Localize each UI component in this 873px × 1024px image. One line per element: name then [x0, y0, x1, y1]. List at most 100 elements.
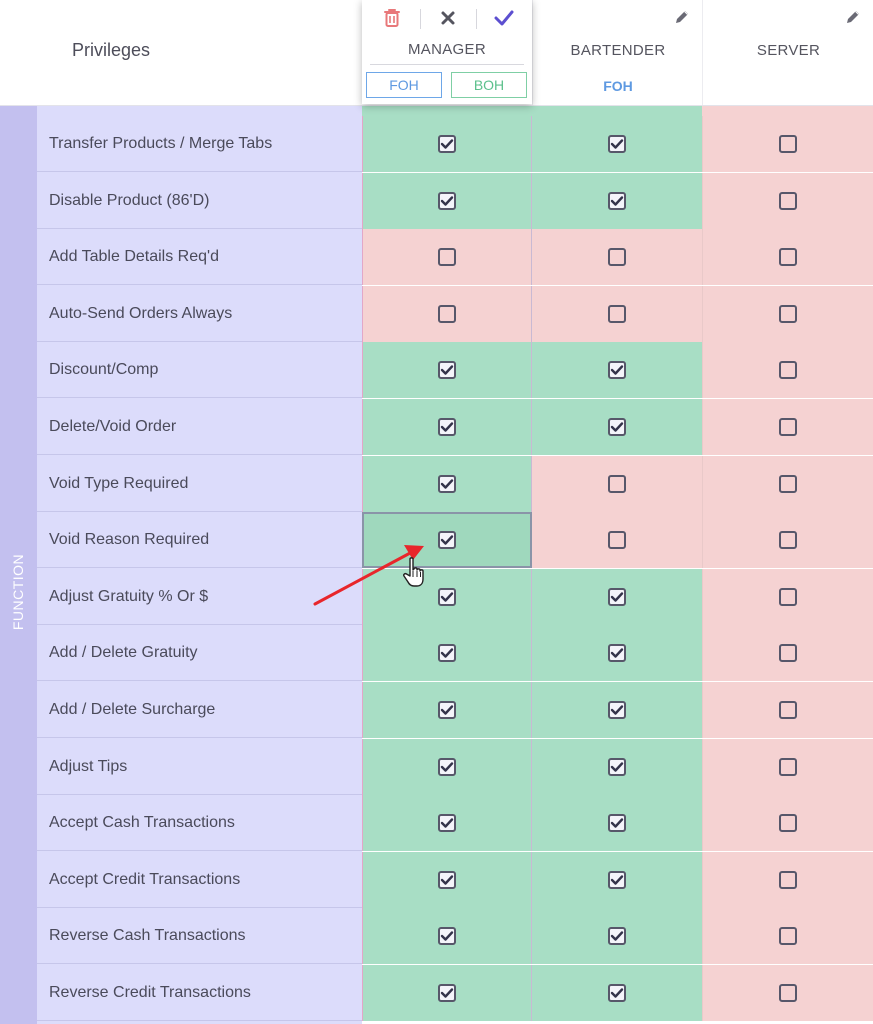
permission-cell-bartender[interactable] — [532, 965, 702, 1021]
permission-checkbox-server[interactable] — [779, 135, 797, 153]
permission-cell-server[interactable] — [702, 795, 873, 852]
permission-cell-server[interactable] — [702, 512, 873, 569]
permission-checkbox-bartender[interactable] — [608, 474, 626, 493]
permission-checkbox-server[interactable] — [779, 248, 797, 267]
permission-checkbox-server[interactable] — [779, 531, 797, 550]
permission-cell-server[interactable] — [702, 455, 873, 512]
permission-checkbox-server[interactable] — [779, 814, 797, 833]
foh-toggle-button[interactable]: FOH — [366, 72, 442, 98]
delete-role-button[interactable] — [380, 6, 404, 30]
permission-cell-server[interactable] — [702, 399, 873, 455]
permission-checkbox-bartender[interactable] — [608, 927, 626, 946]
permission-checkbox-bartender[interactable] — [608, 757, 626, 776]
permission-checkbox-server[interactable] — [779, 870, 797, 889]
permission-checkbox-server[interactable] — [779, 304, 797, 323]
permission-checkbox-manager[interactable] — [438, 361, 456, 380]
permission-checkbox-server[interactable] — [779, 701, 797, 719]
permission-cell-manager[interactable] — [362, 795, 532, 852]
permission-cell-manager[interactable] — [362, 851, 532, 908]
permission-cell-server[interactable] — [702, 116, 873, 172]
permission-cell-server[interactable] — [702, 625, 873, 682]
permission-checkbox-bartender[interactable] — [608, 248, 626, 267]
permission-checkbox-bartender[interactable] — [608, 814, 626, 833]
permission-checkbox-server[interactable] — [779, 474, 797, 493]
permission-cell-server[interactable] — [702, 908, 873, 965]
cancel-edit-button[interactable] — [436, 6, 460, 30]
permission-checkbox-manager[interactable] — [438, 644, 456, 663]
permission-cell-manager[interactable] — [362, 738, 532, 795]
permission-cell-bartender[interactable] — [532, 795, 702, 852]
edit-server-button[interactable] — [844, 8, 862, 26]
permission-checkbox-bartender[interactable] — [608, 361, 626, 380]
permission-cell-server[interactable] — [702, 682, 873, 738]
permission-checkbox-server[interactable] — [779, 191, 797, 210]
permission-checkbox-bartender[interactable] — [608, 644, 626, 663]
permission-cell-bartender[interactable] — [532, 342, 702, 399]
permission-cell-server[interactable] — [702, 285, 873, 342]
permission-checkbox-manager[interactable] — [438, 984, 456, 1002]
save-role-button[interactable] — [492, 6, 516, 30]
boh-toggle-button[interactable]: BOH — [451, 72, 527, 98]
permission-checkbox-server[interactable] — [779, 587, 797, 606]
permission-cell-manager[interactable] — [362, 285, 532, 342]
permission-cell-server[interactable] — [702, 568, 873, 625]
permission-cell-bartender[interactable] — [532, 229, 702, 286]
permission-checkbox-manager[interactable] — [438, 814, 456, 833]
permission-cell-manager[interactable] — [362, 399, 532, 455]
permission-checkbox-manager[interactable] — [438, 191, 456, 210]
permission-checkbox-manager[interactable] — [438, 701, 456, 719]
permission-cell-bartender[interactable] — [532, 908, 702, 965]
permission-cell-bartender[interactable] — [532, 172, 702, 229]
permission-checkbox-bartender[interactable] — [608, 135, 626, 153]
permission-checkbox-manager[interactable] — [438, 531, 456, 550]
permission-cell-manager[interactable] — [362, 455, 532, 512]
permission-cell-manager[interactable] — [362, 568, 532, 625]
permission-checkbox-bartender[interactable] — [608, 531, 626, 550]
permission-cell-manager[interactable] — [362, 908, 532, 965]
permission-cell-manager[interactable] — [362, 342, 532, 399]
permission-cell-manager[interactable] — [362, 229, 532, 286]
permission-checkbox-bartender[interactable] — [608, 191, 626, 210]
permission-checkbox-manager[interactable] — [438, 474, 456, 493]
permission-cell-manager[interactable] — [362, 682, 532, 738]
permission-cell-server[interactable] — [702, 172, 873, 229]
permission-checkbox-bartender[interactable] — [608, 870, 626, 889]
permission-checkbox-bartender[interactable] — [608, 304, 626, 323]
permission-checkbox-server[interactable] — [779, 418, 797, 436]
permission-checkbox-server[interactable] — [779, 361, 797, 380]
permission-cell-manager[interactable] — [362, 512, 532, 569]
permission-checkbox-server[interactable] — [779, 644, 797, 663]
permission-cell-server[interactable] — [702, 738, 873, 795]
permission-cell-bartender[interactable] — [532, 625, 702, 682]
permission-cell-bartender[interactable] — [532, 285, 702, 342]
permission-cell-manager[interactable] — [362, 965, 532, 1021]
permission-cell-bartender[interactable] — [532, 682, 702, 738]
permission-checkbox-bartender[interactable] — [608, 701, 626, 719]
permission-checkbox-manager[interactable] — [438, 927, 456, 946]
permission-cell-bartender[interactable] — [532, 512, 702, 569]
permission-cell-manager[interactable] — [362, 625, 532, 682]
permission-cell-server[interactable] — [702, 229, 873, 286]
permission-cell-server[interactable] — [702, 342, 873, 399]
permission-checkbox-manager[interactable] — [438, 135, 456, 153]
permission-cell-bartender[interactable] — [532, 738, 702, 795]
permission-checkbox-manager[interactable] — [438, 418, 456, 436]
permission-cell-bartender[interactable] — [532, 455, 702, 512]
permission-checkbox-server[interactable] — [779, 757, 797, 776]
permission-checkbox-manager[interactable] — [438, 304, 456, 323]
permission-checkbox-manager[interactable] — [438, 248, 456, 267]
permission-cell-server[interactable] — [702, 965, 873, 1021]
permission-cell-bartender[interactable] — [532, 568, 702, 625]
permission-cell-bartender[interactable] — [532, 399, 702, 455]
permission-cell-bartender[interactable] — [532, 851, 702, 908]
permission-cell-manager[interactable] — [362, 116, 532, 172]
permission-checkbox-server[interactable] — [779, 984, 797, 1002]
permission-checkbox-server[interactable] — [779, 927, 797, 946]
edit-bartender-button[interactable] — [673, 8, 691, 26]
permission-checkbox-bartender[interactable] — [608, 984, 626, 1002]
permission-cell-bartender[interactable] — [532, 116, 702, 172]
permission-checkbox-bartender[interactable] — [608, 587, 626, 606]
permission-cell-server[interactable] — [702, 851, 873, 908]
permission-checkbox-manager[interactable] — [438, 587, 456, 606]
permission-checkbox-bartender[interactable] — [608, 418, 626, 436]
